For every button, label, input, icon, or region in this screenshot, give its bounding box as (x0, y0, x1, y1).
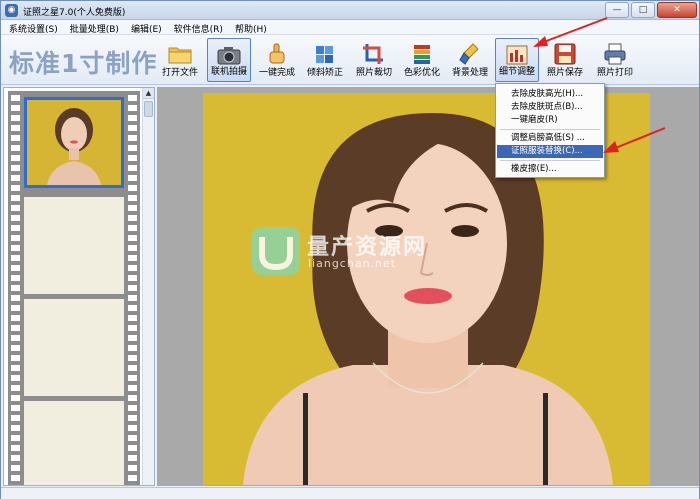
filmstrip-scrollbar[interactable]: ▲ (142, 88, 154, 485)
filmstrip-panel: ▲ (3, 87, 155, 486)
puzzle-icon (316, 46, 333, 63)
brush-icon (459, 43, 479, 65)
menu-item-replace-clothing[interactable]: 证照服装替换(C)... (497, 145, 603, 158)
color-optimize-label: 色彩优化 (403, 68, 440, 78)
photo-thumbnail[interactable] (24, 97, 124, 188)
thumbnail-image (27, 100, 121, 185)
menu-item-remove-skin-spots[interactable]: 去除皮肤斑点(B)... (497, 101, 603, 114)
one-click-finish-label: 一键完成 (258, 68, 295, 78)
detail-adjust-menu: 去除皮肤高光(H)... 去除皮肤斑点(B)... 一键磨皮(R) 调整肩膀高低… (495, 83, 605, 178)
crop-icon (363, 44, 383, 64)
filmstrip (8, 91, 140, 485)
menu-help[interactable]: 帮助(H) (227, 20, 271, 35)
background-process-button[interactable]: 背景处理 (449, 38, 491, 82)
red-arrow-icon (533, 17, 608, 47)
empty-film-frame (24, 401, 124, 485)
menu-separator (500, 129, 600, 130)
color-bars-icon (414, 45, 430, 64)
open-file-button[interactable]: 打开文件 (161, 38, 199, 82)
menu-item-adjust-shoulders[interactable]: 调整肩膀高低(S) ... (497, 132, 603, 145)
folder-icon (168, 47, 192, 64)
background-process-label: 背景处理 (451, 68, 488, 78)
menu-edit[interactable]: 编辑(E) (123, 20, 166, 35)
menu-batch-process[interactable]: 批量处理(B) (62, 20, 123, 35)
brand-title: 标准1寸制作 (9, 49, 158, 78)
app-icon: ◉ (5, 4, 18, 17)
maximize-button[interactable]: □ (631, 2, 655, 18)
red-arrow-icon (603, 127, 666, 153)
photo-save-label: 照片保存 (546, 68, 583, 78)
close-button[interactable]: ✕ (657, 2, 697, 18)
empty-film-frame (24, 197, 124, 294)
color-optimize-button[interactable]: 色彩优化 (401, 38, 443, 82)
thumbnail-portrait (27, 100, 121, 185)
photo-crop-label: 照片裁切 (355, 68, 392, 78)
status-bar (1, 487, 699, 499)
window-title: 证照之星7.0(个人免费版) (23, 8, 126, 18)
watermark-url: liangchan.net (308, 257, 397, 270)
menu-item-remove-skin-highlight[interactable]: 去除皮肤高光(H)... (497, 88, 603, 101)
menu-system-settings[interactable]: 系统设置(S) (1, 20, 62, 35)
window-controls: — □ ✕ (605, 2, 697, 18)
open-file-label: 打开文件 (161, 68, 198, 78)
scroll-up-icon[interactable]: ▲ (143, 88, 154, 99)
app-window: ◉ 证照之星7.0(个人免费版) — □ ✕ 系统设置(S) 批量处理(B) 编… (0, 0, 700, 499)
tethered-shoot-label: 联机拍摄 (210, 67, 247, 77)
empty-film-frame (24, 299, 124, 396)
photo-crop-button[interactable]: 照片裁切 (353, 38, 395, 82)
menu-separator (500, 160, 600, 161)
menu-item-eraser[interactable]: 橡皮擦(E)... (497, 163, 603, 176)
one-click-finish-button[interactable]: 一键完成 (257, 38, 297, 82)
menu-item-one-click-smoothing[interactable]: 一键磨皮(R) (497, 114, 603, 127)
watermark-logo-icon (252, 227, 300, 275)
scrollbar-thumb[interactable] (144, 101, 153, 117)
photo-print-label: 照片打印 (596, 68, 633, 78)
menu-software-info[interactable]: 软件信息(R) (166, 20, 227, 35)
tethered-shoot-button[interactable]: 联机拍摄 (207, 38, 251, 82)
tilt-correction-button[interactable]: 倾斜矫正 (303, 38, 347, 82)
tilt-correction-label: 倾斜矫正 (306, 68, 343, 78)
hand-pointer-icon (269, 43, 285, 64)
detail-adjust-label: 细节调整 (498, 67, 535, 77)
